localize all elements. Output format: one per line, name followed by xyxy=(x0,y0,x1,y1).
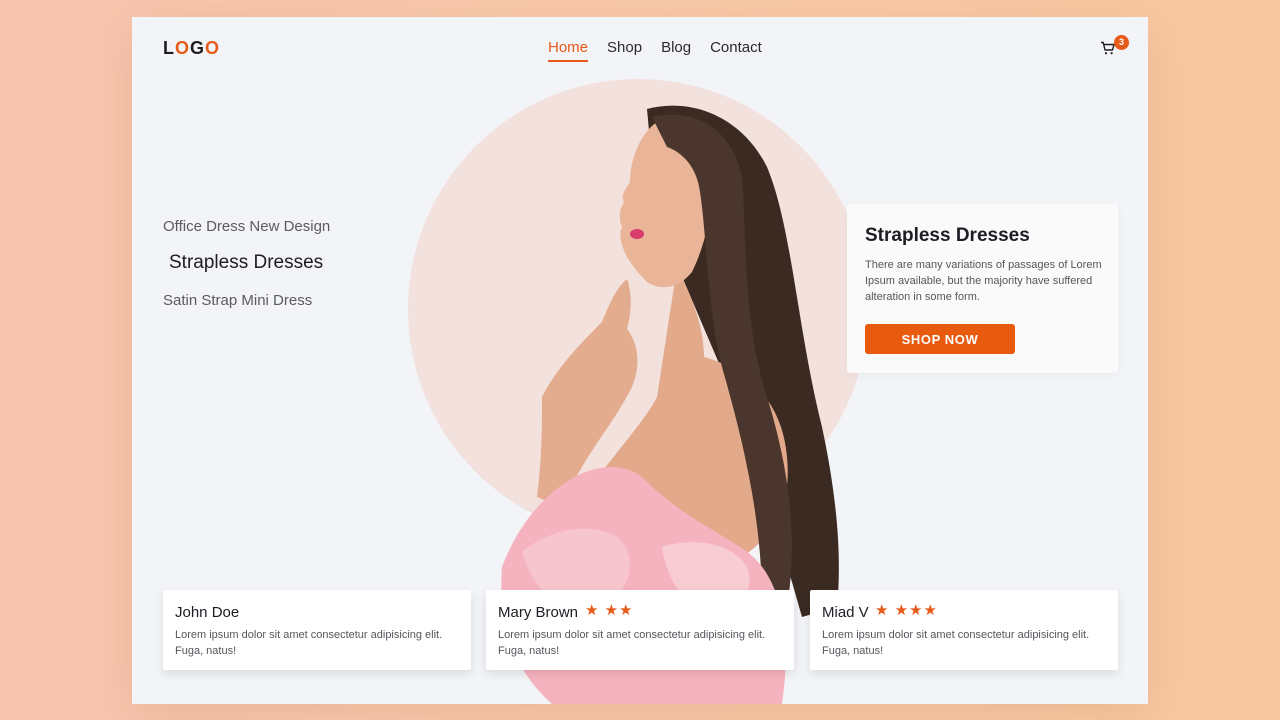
logo-letter-o: O xyxy=(205,38,221,58)
cart-button[interactable]: 3 xyxy=(1100,35,1129,59)
star-icon: ★ ★★ xyxy=(585,602,634,619)
landing-page: LOGO Home Shop Blog Contact 3 Office Dre… xyxy=(132,17,1148,704)
reviewer-name: John Doe xyxy=(175,604,240,621)
category-link-satin-mini[interactable]: Satin Strap Mini Dress xyxy=(163,292,312,309)
review-text: Lorem ipsum dolor sit amet consectetur a… xyxy=(822,629,1090,657)
cart-count-badge: 3 xyxy=(1114,35,1129,50)
logo-letter-g: G xyxy=(190,38,206,58)
star-icon: ★ ★★★ xyxy=(875,602,938,619)
nav-contact[interactable]: Contact xyxy=(710,39,762,62)
nav-home[interactable]: Home xyxy=(548,39,589,62)
logo-letter-o: O xyxy=(175,38,191,58)
category-link-strapless[interactable]: Strapless Dresses xyxy=(169,252,323,274)
reviewer-name: Mary Brown xyxy=(498,604,579,621)
review-text: Lorem ipsum dolor sit amet consectetur a… xyxy=(498,629,766,657)
review-card: John Doe Lorem ipsum dolor sit amet cons… xyxy=(163,590,471,670)
reviewer-name: Miad V xyxy=(822,604,869,621)
main-nav: Home Shop Blog Contact xyxy=(548,39,781,62)
category-link-office-dress[interactable]: Office Dress New Design xyxy=(163,218,330,235)
shop-now-button[interactable]: SHOP NOW xyxy=(865,324,1015,354)
review-text: Lorem ipsum dolor sit amet consectetur a… xyxy=(175,629,443,657)
nav-shop[interactable]: Shop xyxy=(607,39,642,62)
review-card: Mary Brown ★ ★★ Lorem ipsum dolor sit am… xyxy=(486,590,794,670)
nav-blog[interactable]: Blog xyxy=(661,39,691,62)
promo-description: There are many variations of passages of… xyxy=(865,259,1102,303)
promo-card: Strapless Dresses There are many variati… xyxy=(847,204,1118,373)
logo-letter-l: L xyxy=(163,38,175,58)
review-card: Miad V ★ ★★★ Lorem ipsum dolor sit amet … xyxy=(810,590,1118,670)
promo-title: Strapless Dresses xyxy=(865,225,1030,246)
logo[interactable]: LOGO xyxy=(163,38,220,59)
